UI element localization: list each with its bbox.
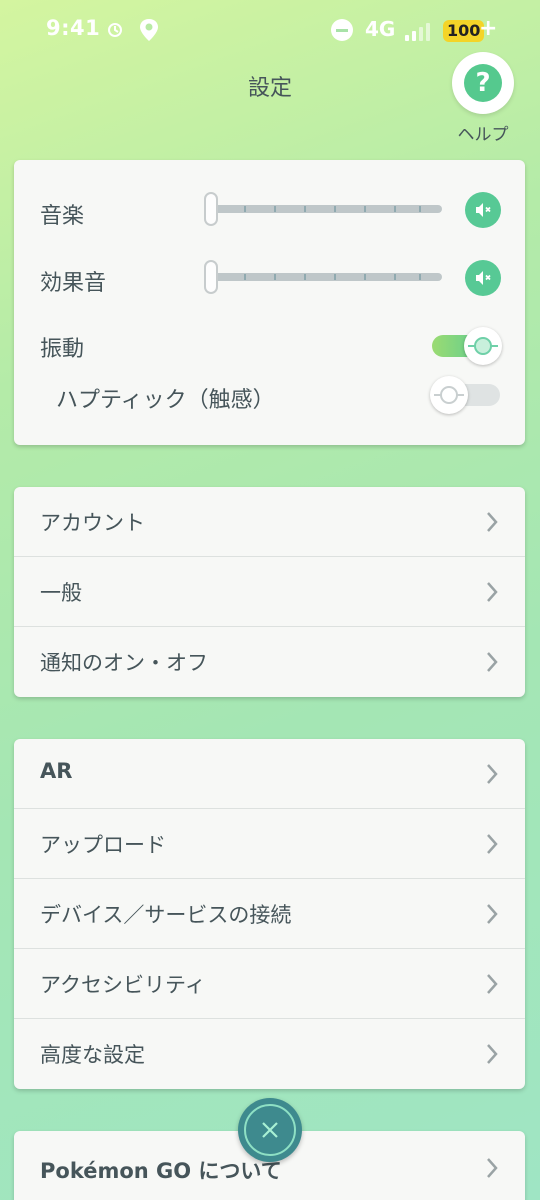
vibration-label: 振動 [40, 337, 85, 362]
menu-item-label: 通知のオン・オフ [40, 651, 208, 675]
menu-item-account[interactable]: アカウント [14, 487, 525, 557]
music-volume-slider[interactable] [204, 192, 444, 226]
dnd-icon [331, 19, 353, 41]
help-button[interactable]: ? [452, 52, 514, 114]
effects-volume-slider[interactable] [204, 260, 444, 294]
status-time: 9:41 [46, 16, 101, 40]
charging-icon: + [479, 16, 498, 41]
menu-item-notifications[interactable]: 通知のオン・オフ [14, 627, 525, 697]
menu-item-label: 一般 [40, 581, 82, 605]
menu-item-label: 高度な設定 [40, 1043, 145, 1067]
toggle-knob [464, 327, 502, 365]
vibration-toggle[interactable] [432, 327, 502, 365]
account-menu-card: アカウント 一般 通知のオン・オフ [14, 487, 525, 697]
sync-icon [108, 23, 122, 37]
close-button[interactable] [238, 1098, 302, 1162]
misc-menu-card: AR アップロード デバイス／サービスの接続 アクセシビリティ 高度な設定 [14, 739, 525, 1089]
menu-item-label: AR [40, 759, 73, 783]
menu-item-accessibility[interactable]: アクセシビリティ [14, 949, 525, 1019]
menu-item-label: デバイス／サービスの接続 [40, 903, 292, 927]
chevron-right-icon [487, 652, 498, 672]
chevron-right-icon [487, 1158, 498, 1178]
toggle-knob [430, 376, 468, 414]
music-label: 音楽 [40, 204, 85, 229]
menu-item-device-connection[interactable]: デバイス／サービスの接続 [14, 879, 525, 949]
menu-item-label: Pokémon GO について [40, 1159, 282, 1183]
menu-item-label: アップロード [40, 833, 166, 857]
music-mute-button[interactable] [465, 192, 501, 228]
close-icon [262, 1122, 278, 1138]
effects-mute-button[interactable] [465, 260, 501, 296]
audio-settings-card: 音楽 効果音 振動 ハプティック（触感） [14, 160, 525, 445]
haptic-toggle[interactable] [430, 376, 500, 414]
chevron-right-icon [487, 582, 498, 602]
chevron-right-icon [487, 512, 498, 532]
mute-icon [476, 203, 491, 217]
menu-item-label: アクセシビリティ [40, 973, 206, 997]
location-icon [140, 19, 158, 41]
slider-handle[interactable] [204, 192, 218, 226]
signal-icon [405, 21, 435, 41]
network-type: 4G [365, 17, 396, 41]
mute-icon [476, 271, 491, 285]
slider-handle[interactable] [204, 260, 218, 294]
effects-label: 効果音 [40, 271, 107, 296]
menu-item-advanced-settings[interactable]: 高度な設定 [14, 1019, 525, 1089]
menu-item-general[interactable]: 一般 [14, 557, 525, 627]
menu-item-ar[interactable]: AR [14, 739, 525, 809]
help-icon: ? [464, 64, 502, 102]
chevron-right-icon [487, 1044, 498, 1064]
menu-item-label: アカウント [40, 511, 145, 535]
status-bar: 9:41 4G 100 + [0, 0, 540, 64]
help-label[interactable]: ヘルプ [448, 120, 518, 145]
chevron-right-icon [487, 974, 498, 994]
haptic-label: ハプティック（触感） [56, 388, 275, 413]
chevron-right-icon [487, 904, 498, 924]
menu-item-upload[interactable]: アップロード [14, 809, 525, 879]
chevron-right-icon [487, 764, 498, 784]
chevron-right-icon [487, 834, 498, 854]
